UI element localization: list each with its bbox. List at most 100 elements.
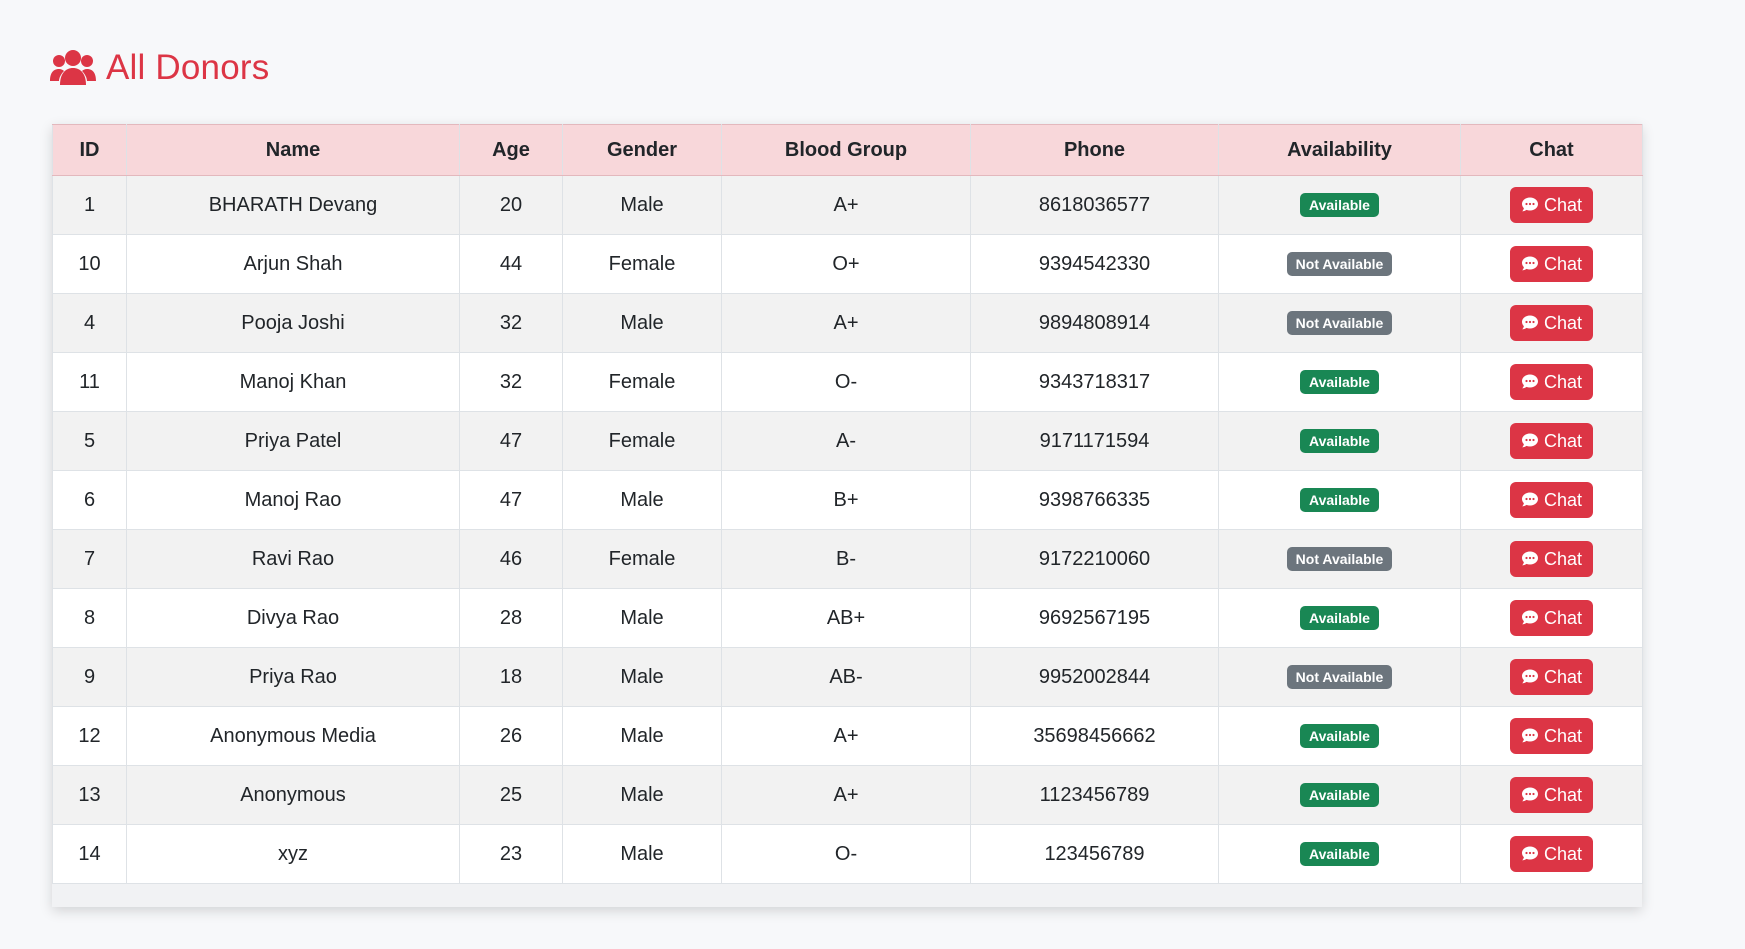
donors-table-card: ID Name Age Gender Blood Group Phone Availabil… [52,124,1643,907]
cell-blood-group: AB- [721,647,971,707]
table-row: 13 Anonymous 25 Male A+ 1123456789 Available Ch… [52,765,1643,825]
cell-availability: Available [1218,765,1461,825]
cell-phone: 9398766335 [970,470,1219,530]
cell-blood-group: B- [721,529,971,589]
cell-gender: Female [562,529,722,589]
cell-chat: Chat [1460,765,1643,825]
chat-bubble-icon [1521,196,1539,214]
table-row: 8 Divya Rao 28 Male AB+ 9692567195 Available Ch… [52,588,1643,648]
cell-phone: 9894808914 [970,293,1219,353]
cell-blood-group: O- [721,352,971,412]
table-row: 10 Arjun Shah 44 Female O+ 9394542330 Not Avai… [52,234,1643,294]
column-header-phone: Phone [970,124,1219,176]
chat-button[interactable]: Chat [1509,659,1594,695]
cell-phone: 9692567195 [970,588,1219,648]
cell-gender: Male [562,765,722,825]
cell-age: 23 [459,824,563,884]
chat-button[interactable]: Chat [1509,482,1594,518]
cell-id: 13 [52,765,127,825]
chat-button[interactable]: Chat [1509,364,1594,400]
cell-gender: Female [562,352,722,412]
availability-badge: Available [1300,193,1379,217]
column-header-age: Age [459,124,563,176]
cell-availability: Available [1218,411,1461,471]
cell-chat: Chat [1460,352,1643,412]
cell-name: Arjun Shah [126,234,460,294]
chat-bubble-icon [1521,432,1539,450]
chat-button-label: Chat [1543,667,1583,687]
cell-chat: Chat [1460,588,1643,648]
table-row: 9 Priya Rao 18 Male AB- 9952002844 Not Availab… [52,647,1643,707]
chat-button[interactable]: Chat [1509,600,1594,636]
cell-id: 4 [52,293,127,353]
cell-phone: 9394542330 [970,234,1219,294]
cell-availability: Available [1218,824,1461,884]
chat-bubble-icon [1521,727,1539,745]
table-row: 6 Manoj Rao 47 Male B+ 9398766335 Available Cha… [52,470,1643,530]
cell-id: 6 [52,470,127,530]
cell-phone: 35698456662 [970,706,1219,766]
cell-availability: Available [1218,588,1461,648]
chat-bubble-icon [1521,255,1539,273]
availability-badge: Available [1300,724,1379,748]
cell-name: Manoj Rao [126,470,460,530]
cell-gender: Male [562,470,722,530]
cell-name: Anonymous [126,765,460,825]
chat-button[interactable]: Chat [1509,305,1594,341]
table-header-row: ID Name Age Gender Blood Group Phone Availabil… [52,124,1643,176]
chat-button-label: Chat [1543,313,1583,333]
chat-button-label: Chat [1543,195,1583,215]
cell-age: 47 [459,411,563,471]
availability-badge: Available [1300,488,1379,512]
chat-button[interactable]: Chat [1509,777,1594,813]
availability-badge: Available [1300,429,1379,453]
cell-phone: 9952002844 [970,647,1219,707]
cell-id: 7 [52,529,127,589]
cell-gender: Male [562,824,722,884]
chat-bubble-icon [1521,373,1539,391]
cell-chat: Chat [1460,470,1643,530]
chat-button[interactable]: Chat [1509,187,1594,223]
chat-bubble-icon [1521,314,1539,332]
cell-id: 11 [52,352,127,412]
chat-bubble-icon [1521,845,1539,863]
cell-name: Priya Rao [126,647,460,707]
cell-gender: Male [562,706,722,766]
chat-button[interactable]: Chat [1509,718,1594,754]
cell-phone: 8618036577 [970,175,1219,235]
cell-chat: Chat [1460,706,1643,766]
cell-blood-group: A+ [721,175,971,235]
cell-name: Anonymous Media [126,706,460,766]
cell-blood-group: A+ [721,293,971,353]
cell-id: 12 [52,706,127,766]
chat-button-label: Chat [1543,372,1583,392]
table-row: 11 Manoj Khan 32 Female O- 9343718317 Availabl… [52,352,1643,412]
chat-bubble-icon [1521,550,1539,568]
cell-name: Manoj Khan [126,352,460,412]
chat-button[interactable]: Chat [1509,836,1594,872]
table-row: 5 Priya Patel 47 Female A- 9171171594 Availabl… [52,411,1643,471]
chat-button-label: Chat [1543,726,1583,746]
column-header-availability: Availability [1218,124,1461,176]
cell-availability: Not Available [1218,293,1461,353]
cell-chat: Chat [1460,175,1643,235]
chat-bubble-icon [1521,668,1539,686]
cell-availability: Not Available [1218,647,1461,707]
cell-id: 8 [52,588,127,648]
chat-button[interactable]: Chat [1509,246,1594,282]
chat-button[interactable]: Chat [1509,423,1594,459]
chat-button-label: Chat [1543,785,1583,805]
availability-badge: Available [1300,842,1379,866]
chat-button[interactable]: Chat [1509,541,1594,577]
cell-availability: Available [1218,706,1461,766]
cell-blood-group: B+ [721,470,971,530]
cell-age: 18 [459,647,563,707]
availability-badge: Available [1300,370,1379,394]
cell-gender: Male [562,293,722,353]
cell-id: 5 [52,411,127,471]
cell-age: 28 [459,588,563,648]
cell-chat: Chat [1460,529,1643,589]
page-title: All Donors [106,48,270,87]
cell-chat: Chat [1460,824,1643,884]
chat-button-label: Chat [1543,549,1583,569]
